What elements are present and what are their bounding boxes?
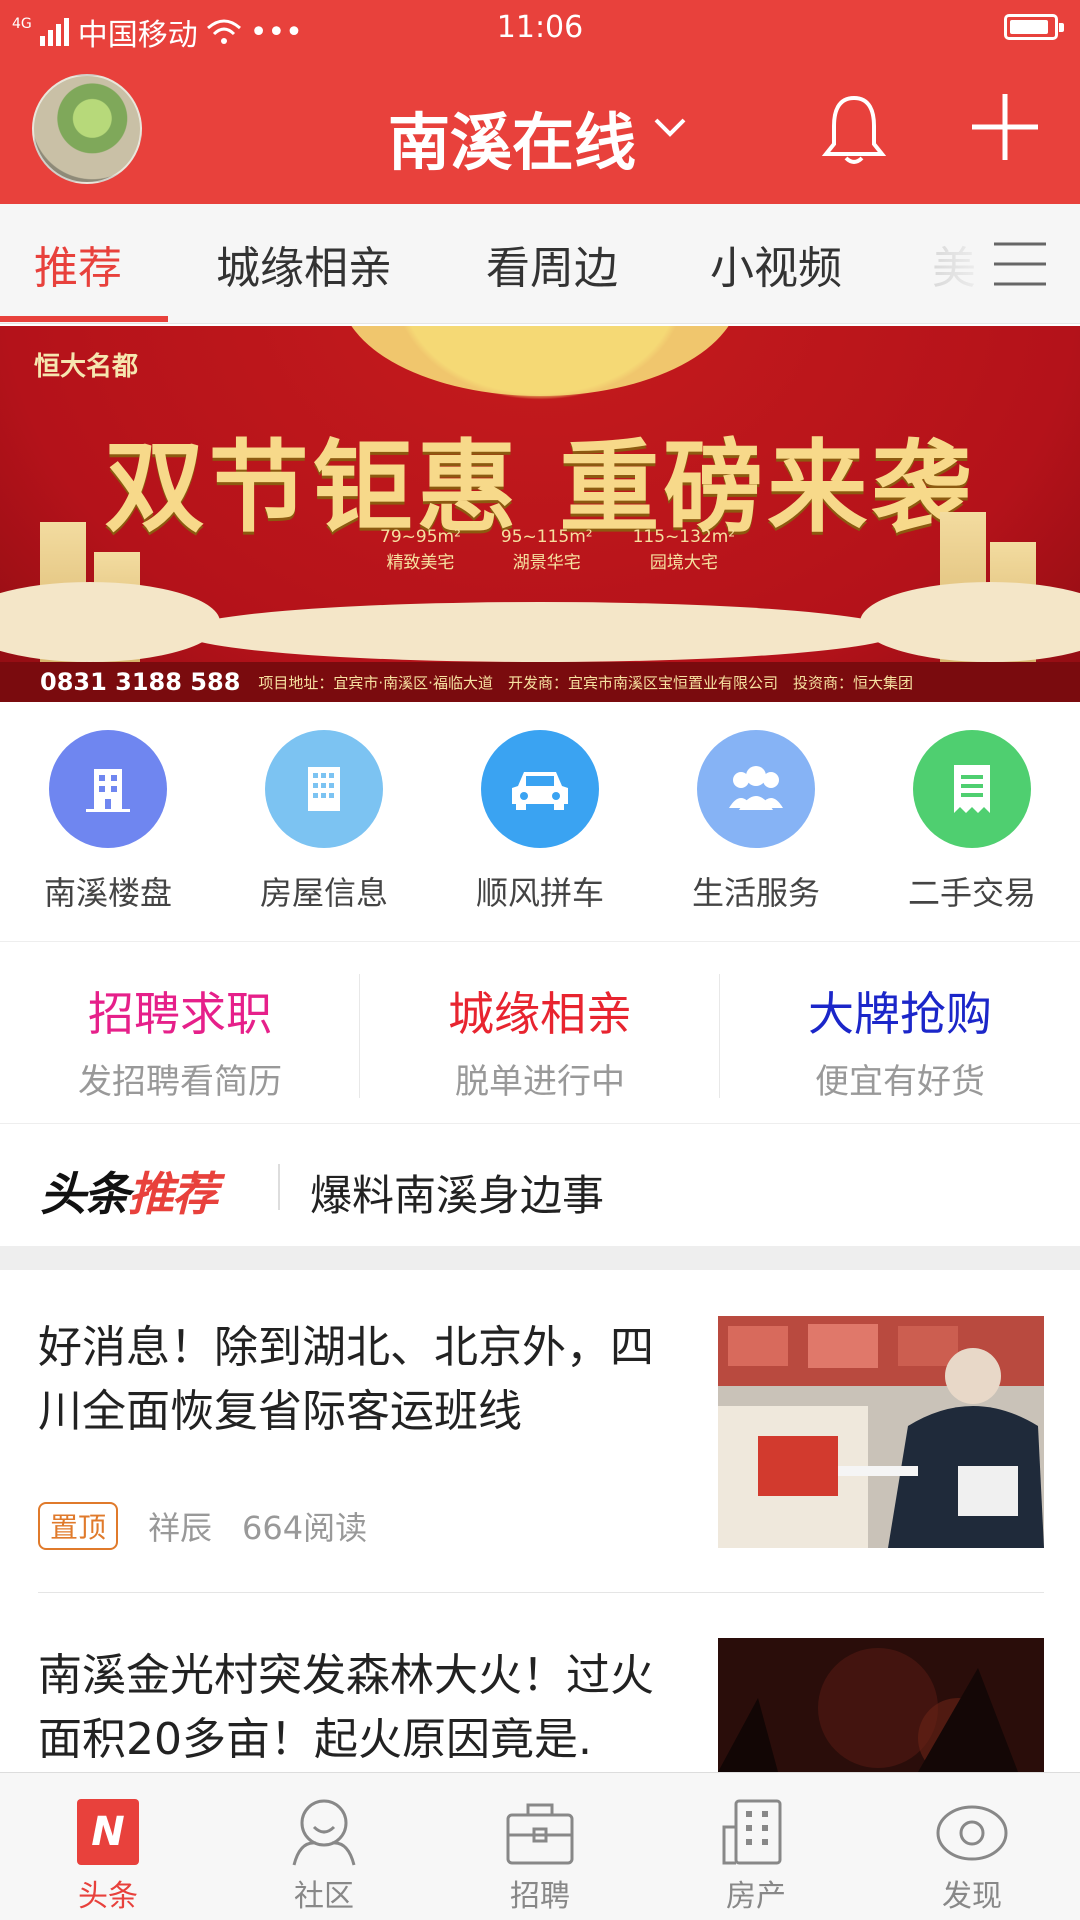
news-item[interactable]: 好消息！除到湖北、北京外，四川全面恢复省际客运班线 置顶 祥辰 664阅读 [0, 1290, 1080, 1590]
banner-info-strip: 0831 3188 588 项目地址：宜宾市·南溪区·福临大道 开发商：宜宾市南… [0, 662, 1080, 702]
tabbar-label: 头条 [78, 1879, 138, 1914]
headline-logo-part2: 推荐 [128, 1167, 218, 1221]
quick-link-housing[interactable]: 房屋信息 [234, 730, 414, 914]
app-header: 4G 中国移动 ••• 11:06 南溪在线 [0, 0, 1080, 204]
banner-footer-text: 项目地址：宜宾市·南溪区·福临大道 开发商：宜宾市南溪区宝恒置业有限公司 投资商… [258, 673, 913, 692]
cloud-decoration [0, 582, 220, 662]
cloud-decoration [180, 602, 900, 662]
people-icon [697, 730, 815, 848]
building-grid-icon [722, 1799, 782, 1865]
quick-link-label: 顺风拼车 [475, 874, 604, 912]
bell-icon[interactable] [820, 92, 888, 168]
quick-link-property[interactable]: 南溪楼盘 [18, 730, 198, 914]
spec-label: 湖景华宅 [512, 553, 581, 573]
tabbar-community[interactable]: 社区 [254, 1797, 394, 1915]
news-author: 祥辰 [148, 1509, 213, 1547]
headline-n-icon: N [77, 1799, 139, 1865]
spec-size: 115~132m² [632, 527, 736, 547]
quick-link-secondhand[interactable]: 二手交易 [882, 730, 1062, 914]
quick-link-label: 南溪楼盘 [43, 874, 172, 912]
cloud-decoration [860, 582, 1080, 662]
tabbar-label: 社区 [294, 1879, 354, 1914]
quick-link-label: 生活服务 [691, 874, 820, 912]
tabbar-label: 发现 [942, 1879, 1002, 1914]
office-building-icon [265, 730, 383, 848]
news-thumbnail [718, 1638, 1044, 1772]
banner-brand: 恒大名都 [34, 352, 139, 382]
spec-size: 79~95m² [380, 527, 461, 547]
quick-links: 南溪楼盘 房屋信息 顺风拼车 生活服务 二手交易 [0, 702, 1080, 942]
tab-recommend[interactable]: 推荐 [34, 232, 122, 296]
quick-link-carpool[interactable]: 顺风拼车 [450, 730, 630, 914]
headline-text: 爆料南溪身边事 [310, 1171, 605, 1220]
spec-label: 园境大宅 [649, 553, 718, 573]
tabbar-discover[interactable]: 发现 [902, 1797, 1042, 1915]
tabbar-realestate[interactable]: 房产 [686, 1797, 826, 1915]
headline-logo-part1: 头条 [40, 1167, 130, 1221]
headline-separator [278, 1164, 280, 1210]
menu-icon[interactable] [992, 240, 1048, 288]
news-thumbnail [718, 1316, 1044, 1548]
receipt-icon [913, 730, 1031, 848]
active-tab-indicator [0, 316, 168, 322]
news-title: 南溪金光村突发森林大火！过火面积20多亩！起火原因竟是. [38, 1650, 654, 1765]
spec-size: 95~115m² [500, 527, 593, 547]
news-reads: 664阅读 [242, 1509, 368, 1547]
promo-banner[interactable]: 恒大名都 双节钜惠 重磅来袭 79~95m² 精致美宅 95~115m² 湖景华… [0, 326, 1080, 702]
banner-phone: 0831 3188 588 [40, 668, 241, 696]
banner-moon [340, 326, 740, 396]
svg-text:N: N [91, 1809, 124, 1855]
eye-icon [936, 1805, 1008, 1861]
promo-jobs[interactable]: 招聘求职 发招聘看简历 [0, 978, 360, 1103]
pinned-badge: 置顶 [38, 1502, 119, 1550]
promo-brand-sale[interactable]: 大牌抢购 便宜有好货 [720, 978, 1080, 1103]
promo-subtitle: 脱单进行中 [455, 1062, 625, 1102]
headline-logo: 头条推荐 [40, 1158, 218, 1224]
battery-icon [1004, 14, 1064, 40]
plus-icon[interactable] [970, 92, 1040, 162]
quick-link-label: 房屋信息 [259, 874, 388, 912]
promo-subtitle: 便宜有好货 [815, 1062, 985, 1102]
briefcase-icon [506, 1803, 574, 1865]
tab-dating[interactable]: 城缘相亲 [216, 232, 392, 296]
section-gap [0, 1246, 1080, 1270]
status-bar: 4G 中国移动 ••• 11:06 [0, 0, 1080, 58]
tab-nearby[interactable]: 看周边 [486, 232, 618, 296]
banner-spec: 79~95m² 精致美宅 [380, 524, 461, 576]
banner-spec: 115~132m² 园境大宅 [633, 524, 736, 576]
promo-title: 招聘求职 [88, 987, 272, 1041]
news-title: 好消息！除到湖北、北京外，四川全面恢复省际客运班线 [38, 1322, 654, 1437]
news-divider [38, 1592, 1044, 1593]
quick-link-label: 二手交易 [907, 874, 1036, 912]
tabbar-label: 房产 [726, 1879, 786, 1914]
promo-title: 城缘相亲 [448, 987, 632, 1041]
car-icon [481, 730, 599, 848]
promo-title: 大牌抢购 [808, 987, 992, 1041]
tabbar-jobs[interactable]: 招聘 [470, 1797, 610, 1915]
bottom-tab-bar: N 头条 社区 招聘 房产 发现 [0, 1772, 1080, 1920]
promo-row: 招聘求职 发招聘看简历 城缘相亲 脱单进行中 大牌抢购 便宜有好货 [0, 944, 1080, 1124]
chevron-down-icon[interactable] [650, 108, 690, 148]
community-icon [292, 1799, 356, 1866]
promo-subtitle: 发招聘看简历 [78, 1062, 282, 1102]
user-avatar[interactable] [32, 74, 142, 184]
status-time: 11:06 [496, 10, 584, 45]
tabbar-label: 招聘 [510, 1879, 570, 1914]
tab-fade [900, 204, 1000, 320]
news-item[interactable]: 南溪金光村突发森林大火！过火面积20多亩！起火原因竟是. [0, 1594, 1080, 1772]
tab-short-video[interactable]: 小视频 [710, 232, 842, 296]
tabbar-headline[interactable]: N 头条 [38, 1797, 178, 1915]
promo-dating[interactable]: 城缘相亲 脱单进行中 [360, 978, 720, 1103]
app-screen: 4G 中国移动 ••• 11:06 南溪在线 推荐 城缘相亲 看周边 小视频 恒… [0, 0, 1080, 1920]
quick-link-life-service[interactable]: 生活服务 [666, 730, 846, 914]
banner-specs: 79~95m² 精致美宅 95~115m² 湖景华宅 115~132m² 园境大… [380, 524, 735, 576]
headline-bar[interactable]: 头条推荐 爆料南溪身边事 [0, 1126, 1080, 1246]
spec-label: 精致美宅 [386, 553, 455, 573]
site-title[interactable]: 南溪在线 [388, 92, 636, 182]
building-icon [49, 730, 167, 848]
news-meta: 置顶 祥辰 664阅读 [38, 1502, 367, 1550]
banner-spec: 95~115m² 湖景华宅 [501, 524, 593, 576]
